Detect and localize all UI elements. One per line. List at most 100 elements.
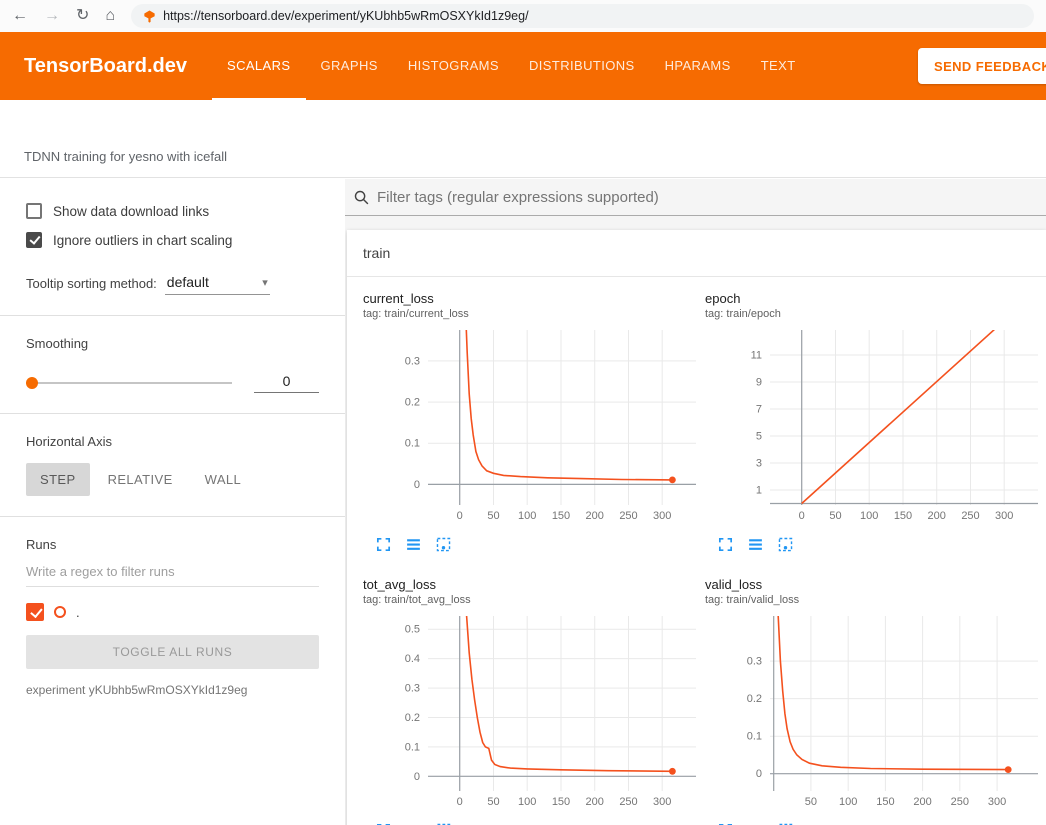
smoothing-value-input[interactable] — [254, 373, 319, 393]
fit-domain-icon[interactable] — [777, 536, 794, 553]
nav-tabs: SCALARS GRAPHS HISTOGRAMS DISTRIBUTIONS … — [212, 32, 811, 100]
line-chart-tot-avg-loss[interactable]: 00.10.20.30.40.5050100150200250300 — [363, 609, 700, 811]
experiment-id-note: experiment yKUbhb5wRmOSXYkId1z9eg — [26, 683, 319, 697]
svg-text:100: 100 — [518, 510, 536, 522]
svg-text:200: 200 — [586, 796, 604, 808]
runs-filter-input[interactable] — [26, 556, 319, 587]
slider-thumb[interactable] — [26, 377, 38, 389]
svg-text:0.2: 0.2 — [405, 712, 420, 724]
divider — [0, 516, 345, 517]
svg-text:200: 200 — [586, 510, 604, 522]
ignore-outliers-checkbox[interactable] — [26, 232, 42, 248]
run-list-item: . — [26, 603, 319, 621]
smoothing-slider[interactable] — [26, 376, 232, 390]
chart-title: tot_avg_loss — [363, 577, 700, 593]
app-logo[interactable]: TensorBoard.dev — [24, 32, 187, 100]
url-input[interactable] — [163, 9, 1022, 23]
chart-tag: tag: train/current_loss — [363, 307, 700, 321]
show-download-links-label: Show data download links — [53, 204, 209, 219]
chart-card-tot-avg-loss: tot_avg_loss tag: train/tot_avg_loss 00.… — [363, 577, 700, 825]
tab-scalars[interactable]: SCALARS — [212, 32, 306, 100]
chart-title: epoch — [705, 291, 1042, 307]
svg-text:50: 50 — [487, 510, 499, 522]
tooltip-sorting-label: Tooltip sorting method: — [26, 276, 157, 295]
toggle-all-runs-button[interactable]: TOGGLE ALL RUNS — [26, 635, 319, 669]
svg-text:5: 5 — [756, 431, 762, 443]
tag-group-header[interactable]: train — [347, 230, 1046, 277]
horizontal-axis-label: Horizontal Axis — [26, 434, 319, 449]
line-chart-epoch[interactable]: 1357911050100150200250300 — [705, 323, 1042, 525]
reload-icon[interactable]: ↻ — [76, 8, 89, 24]
svg-text:0.3: 0.3 — [405, 683, 420, 695]
tab-distributions[interactable]: DISTRIBUTIONS — [514, 32, 650, 100]
slider-track — [26, 382, 232, 384]
svg-text:150: 150 — [552, 510, 570, 522]
svg-text:3: 3 — [756, 458, 762, 470]
svg-text:300: 300 — [995, 510, 1013, 522]
svg-text:0.3: 0.3 — [405, 355, 420, 367]
line-chart-current-loss[interactable]: 00.10.20.3050100150200250300 — [363, 323, 700, 525]
tab-histograms[interactable]: HISTOGRAMS — [393, 32, 514, 100]
chart-actions — [705, 530, 1042, 553]
show-download-links-checkbox[interactable] — [26, 203, 42, 219]
svg-text:0: 0 — [756, 768, 762, 780]
svg-text:0: 0 — [457, 796, 463, 808]
address-bar[interactable] — [131, 4, 1034, 28]
svg-text:0.2: 0.2 — [405, 397, 420, 409]
run-color-swatch — [54, 606, 66, 618]
tag-filter-row — [345, 185, 1046, 216]
svg-text:100: 100 — [518, 796, 536, 808]
svg-text:50: 50 — [487, 796, 499, 808]
chart-title: current_loss — [363, 291, 700, 307]
tag-filter-input[interactable] — [377, 189, 1046, 206]
axis-step-button[interactable]: STEP — [26, 463, 90, 496]
home-icon[interactable]: ⌂ — [105, 8, 115, 24]
tab-graphs[interactable]: GRAPHS — [306, 32, 393, 100]
svg-text:250: 250 — [961, 510, 979, 522]
forward-icon[interactable]: → — [44, 8, 60, 24]
back-icon[interactable]: ← — [12, 8, 28, 24]
experiment-title-bar: TDNN training for yesno with icefall — [0, 100, 1046, 178]
chart-actions — [705, 816, 1042, 825]
chart-tag: tag: train/epoch — [705, 307, 1042, 321]
svg-text:1: 1 — [756, 485, 762, 497]
line-chart-valid-loss[interactable]: 00.10.20.350100150200250300 — [705, 609, 1042, 811]
svg-text:150: 150 — [876, 796, 894, 808]
chart-card-valid-loss: valid_loss tag: train/valid_loss 00.10.2… — [705, 577, 1042, 825]
svg-text:11: 11 — [751, 350, 762, 362]
dashboard-main: train current_loss tag: train/current_lo… — [345, 179, 1046, 825]
send-feedback-button[interactable]: SEND FEEDBACK — [918, 48, 1046, 84]
svg-text:150: 150 — [552, 796, 570, 808]
ignore-outliers-label: Ignore outliers in chart scaling — [53, 233, 232, 248]
fit-domain-icon[interactable] — [435, 536, 452, 553]
tooltip-sorting-select[interactable]: default ▾ — [165, 274, 270, 295]
horizontal-axis-options: STEP RELATIVE WALL — [26, 463, 319, 496]
svg-text:0.4: 0.4 — [405, 653, 420, 665]
svg-text:0.2: 0.2 — [747, 693, 762, 705]
svg-text:250: 250 — [619, 796, 637, 808]
tab-text[interactable]: TEXT — [746, 32, 811, 100]
chart-actions — [363, 816, 700, 825]
axis-relative-button[interactable]: RELATIVE — [94, 463, 187, 496]
svg-text:7: 7 — [756, 404, 762, 416]
search-icon — [353, 189, 370, 206]
tag-group-card: train current_loss tag: train/current_lo… — [347, 230, 1046, 825]
smoothing-label: Smoothing — [26, 336, 319, 351]
svg-text:100: 100 — [839, 796, 857, 808]
data-table-icon[interactable] — [747, 536, 764, 553]
svg-text:0.1: 0.1 — [405, 741, 420, 753]
axis-wall-button[interactable]: WALL — [191, 463, 256, 496]
svg-text:300: 300 — [988, 796, 1006, 808]
svg-text:50: 50 — [829, 510, 841, 522]
tab-hparams[interactable]: HPARAMS — [650, 32, 746, 100]
expand-chart-icon[interactable] — [375, 536, 392, 553]
data-table-icon[interactable] — [405, 536, 422, 553]
expand-chart-icon[interactable] — [717, 536, 734, 553]
svg-text:0: 0 — [414, 771, 420, 783]
chart-tag: tag: train/valid_loss — [705, 593, 1042, 607]
divider — [0, 315, 345, 316]
chart-card-epoch: epoch tag: train/epoch 13579110501001502… — [705, 291, 1042, 553]
run-checkbox[interactable] — [26, 603, 44, 621]
svg-text:250: 250 — [619, 510, 637, 522]
charts-grid: current_loss tag: train/current_loss 0 0.… — [347, 277, 1046, 825]
